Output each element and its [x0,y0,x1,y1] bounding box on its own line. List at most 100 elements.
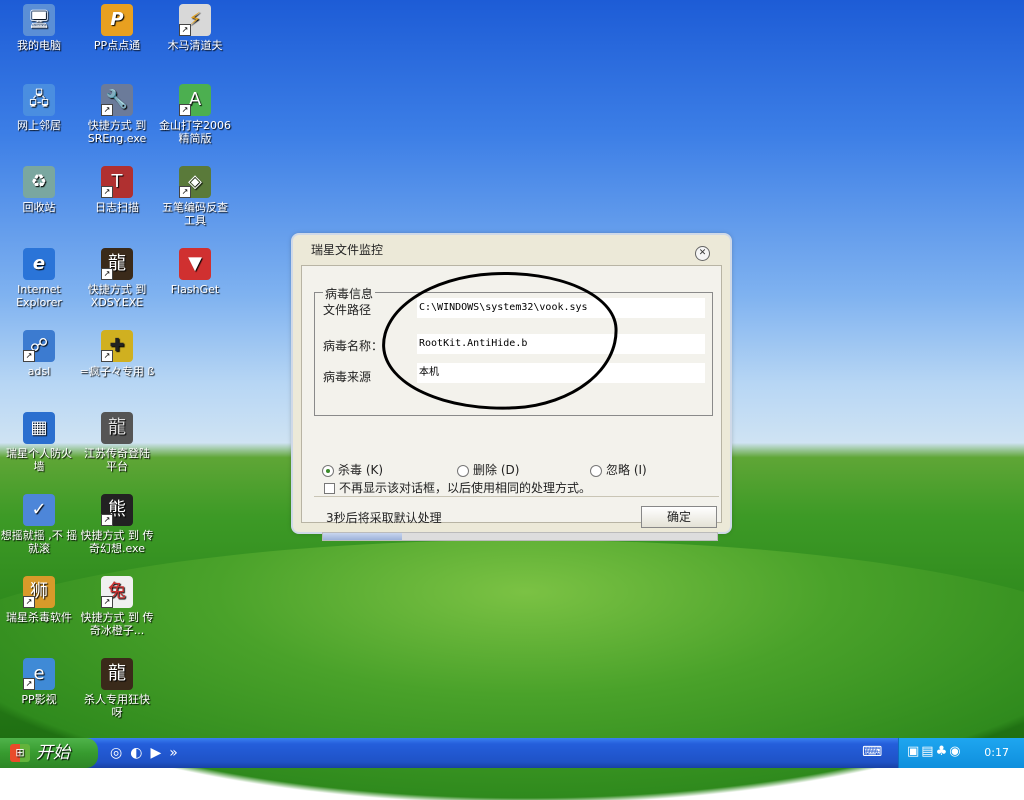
network-icon: 🖧 [23,84,55,116]
desktop-icon-xdsy[interactable]: 龍 ↗ 快捷方式 到 XDSY.EXE [78,248,156,309]
desktop-icon-typing-2006[interactable]: A ↗ 金山打字2006 精简版 [156,84,234,145]
icon-label: 快捷方式 到 XDSY.EXE [87,283,147,309]
desktop-icon-rising-antivirus[interactable]: 狮 ↗ 瑞星杀毒软件 [0,576,78,624]
desktop-icon-my-computer[interactable]: 🖥 我的电脑 [0,4,78,52]
separator [314,496,719,497]
dragon-character-icon: 龍 [101,412,133,444]
radio-ignore[interactable]: 忽略 (I) [590,461,647,478]
icon-label: 想摇就摇 ,不 摇就滚 [0,529,78,555]
volume-icon[interactable]: ◉ [949,744,962,759]
countdown-text: 3秒后将采取默认处理 [326,511,442,525]
desktop-icon-fengzi[interactable]: ✚ ↗ =疯子々专用 ß [78,330,156,378]
icon-label: 快捷方式 到 SREng.exe [87,119,147,145]
shortcut-arrow-icon: ↗ [179,104,191,116]
pp-icon: P [101,4,133,36]
keyboard-icon[interactable]: ⌨ [862,744,882,760]
ok-button[interactable]: 确定 [641,506,717,528]
desktop-icon-jiangsu-legend[interactable]: 龍 江苏传奇登陆 平台 [78,412,156,473]
icon-label: 我的电脑 [17,39,61,52]
rabbit-icon: 兔 ↗ [101,576,133,608]
lightning-icon: ⚡ ↗ [179,4,211,36]
checkbox-icon [324,483,335,494]
radio-icon [590,464,602,477]
checkbox-label: 不再显示该对话框，以后使用相同的处理方式。 [339,481,592,495]
icon-label: 日志扫描 [95,201,139,214]
firewall-icon: ▦ [23,412,55,444]
virus-name-label: 病毒名称： [323,339,384,353]
desktop-icon-ie[interactable]: e Internet Explorer [0,248,78,309]
group-title: 病毒信息 [323,285,376,302]
icon-label: 快捷方式 到 传奇冰橙子... [80,611,154,637]
radio-kill-label: 杀毒 (K) [338,463,384,477]
icon-label: 杀人专用狂快 呀 [84,693,150,719]
radio-kill[interactable]: 杀毒 (K) [322,461,383,478]
abc-blocks-icon: A ↗ [179,84,211,116]
player-icon[interactable]: ▶ [150,745,161,761]
icon-label: Internet Explorer [16,283,62,309]
file-path-label: 文件路径 [323,303,372,317]
computer-icon: 🖥 [23,4,55,36]
shortcut-arrow-icon: ↗ [101,104,113,116]
icon-label: =疯子々专用 ß [79,365,155,378]
taskbar: ⊞ 开始 ◎ ◐ ▶ » ⌨ ▣▤♣◉ 0:17 [0,738,1024,768]
desktop-icon-rising-firewall[interactable]: ▦ 瑞星个人防火 墙 [0,412,78,473]
desktop-icon-recycle-bin[interactable]: ♻ 回收站 [0,166,78,214]
quick-launch-more[interactable]: » [169,745,178,761]
dont-show-again-checkbox[interactable]: 不再显示该对话框，以后使用相同的处理方式。 [324,479,591,496]
icon-label: FlashGet [170,283,220,296]
icon-label: 瑞星杀毒软件 [6,611,72,624]
desktop-icon-sreng[interactable]: 🔧 ↗ 快捷方式 到 SREng.exe [78,84,156,145]
icon-label: PP影视 [21,693,57,706]
clock[interactable]: 0:17 [984,746,1009,759]
radio-delete-label: 删除 (D) [473,463,520,477]
desktop-icon-log-scan[interactable]: T ↗ 日志扫描 [78,166,156,214]
shortcut-arrow-icon: ↗ [23,678,35,690]
recycle-bin-icon: ♻ [23,166,55,198]
system-tray: ▣▤♣◉ 0:17 [898,738,1024,768]
firewall-icon[interactable]: ▤ [921,744,935,759]
radio-delete[interactable]: 删除 (D) [457,461,519,478]
start-button[interactable]: ⊞ 开始 [0,738,98,768]
dragon-icon: 龍 ↗ [101,248,133,280]
desktop-icon-pp-diandiantong[interactable]: P PP点点通 [78,4,156,52]
desktop-icon-flashget[interactable]: ▼ FlashGet [156,248,234,296]
network-icon[interactable]: ▣ [907,744,921,759]
icon-label: 五笔编码反查 工具 [162,201,228,227]
desktop-icon-legend-fantasy[interactable]: 熊 ↗ 快捷方式 到 传奇幻想.exe [78,494,156,555]
shortcut-arrow-icon: ↗ [101,514,113,526]
desktop-icon-pp-video[interactable]: e ↗ PP影视 [0,658,78,706]
desktop-icon-killer[interactable]: 龍 杀人专用狂快 呀 [78,658,156,719]
desktop-icon-wubi-lookup[interactable]: ◈ ↗ 五笔编码反查 工具 [156,166,234,227]
connection-icon: ☍ ↗ [23,330,55,362]
progress-fill [323,533,402,540]
dragon-icon: 龍 [101,658,133,690]
shortcut-arrow-icon: ↗ [23,350,35,362]
radio-ignore-label: 忽略 (I) [606,463,647,477]
document-icon: e ↗ [23,658,55,690]
log-scan-icon: T ↗ [101,166,133,198]
ie-icon: e [23,248,55,280]
media-icon[interactable]: ◐ [130,745,142,761]
panda-icon: 熊 ↗ [101,494,133,526]
shortcut-arrow-icon: ↗ [179,24,191,36]
shortcut-arrow-icon: ↗ [101,186,113,198]
icon-label: 瑞星个人防火 墙 [6,447,72,473]
icon-label: 快捷方式 到 传奇幻想.exe [80,529,154,555]
shortcut-arrow-icon: ↗ [179,186,191,198]
start-label: 开始 [36,743,70,763]
desktop-icon-shake[interactable]: ✓ 想摇就摇 ,不 摇就滚 [0,494,78,555]
radio-selected-icon [322,464,334,477]
quick-launch: ◎ ◐ ▶ » [110,745,186,761]
windows-logo-icon: ⊞ [10,744,30,762]
desktop-icon-network[interactable]: 🖧 网上邻居 [0,84,78,132]
icon-label: 网上邻居 [17,119,61,132]
icon-label: 木马清道夫 [167,39,223,52]
close-icon[interactable]: ✕ [695,246,710,261]
ie-icon[interactable]: ◎ [110,745,122,761]
antivirus-icon[interactable]: ♣ [936,744,950,759]
lion-icon: 狮 ↗ [23,576,55,608]
icon-label: PP点点通 [93,39,141,52]
desktop-icon-adsl[interactable]: ☍ ↗ adsl [0,330,78,378]
desktop-icon-trojan-cleaner[interactable]: ⚡ ↗ 木马清道夫 [156,4,234,52]
desktop-icon-legend-orange[interactable]: 兔 ↗ 快捷方式 到 传奇冰橙子... [78,576,156,637]
